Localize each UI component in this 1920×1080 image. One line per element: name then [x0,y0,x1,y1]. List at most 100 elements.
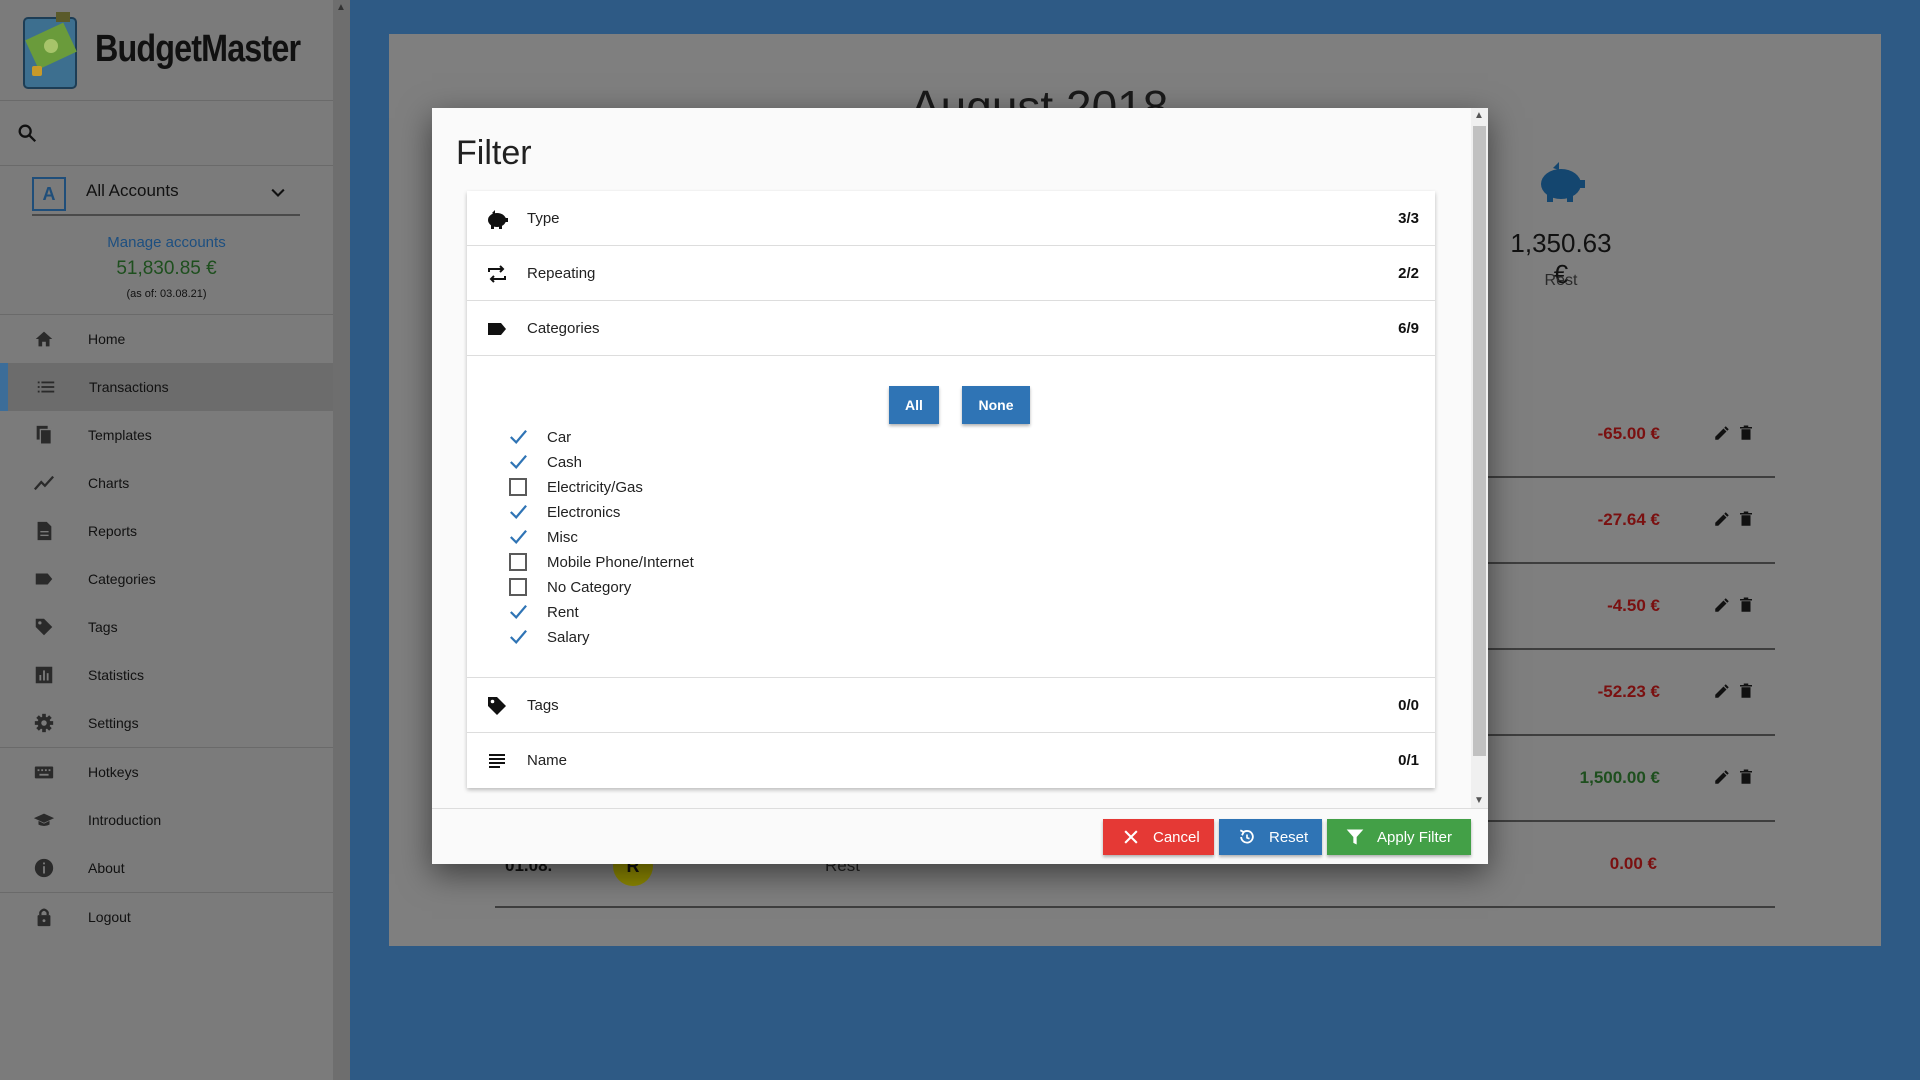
sidebar-item-label: Logout [88,909,131,925]
edit-icon[interactable] [1713,424,1731,442]
delete-icon[interactable] [1737,682,1755,700]
chart-line-icon [33,472,55,494]
rest-label: Rest [1544,272,1578,289]
delete-icon[interactable] [1737,768,1755,786]
category-label: Rent [547,604,579,621]
sidebar-item-categories[interactable]: Categories [0,555,333,603]
edit-icon[interactable] [1713,768,1731,786]
filter-section-count: 0/1 [1398,752,1419,769]
sidebar-item-reports[interactable]: Reports [0,507,333,555]
sidebar-item-settings[interactable]: Settings [0,699,333,747]
delete-icon[interactable] [1737,596,1755,614]
sidebar-divider [0,165,333,166]
sidebar-item-label: Statistics [88,667,145,683]
cancel-label: Cancel [1153,828,1200,846]
sidebar-scrollbar[interactable]: ▲ [333,0,350,1080]
transaction-amount: -65.00 € [1597,424,1660,443]
report-icon [33,520,55,542]
filter-section-count: 2/2 [1398,265,1419,282]
sidebar-item-home[interactable]: Home [0,315,333,363]
sidebar-item-transactions[interactable]: Transactions [0,363,333,411]
delete-icon[interactable] [1737,510,1755,528]
select-all-button[interactable]: All [889,386,939,424]
sidebar-item-label: Charts [88,475,130,491]
filter-section-name[interactable]: Name 0/1 [467,733,1435,788]
info-icon [33,857,55,879]
modal-title: Filter [456,134,532,172]
sidebar-item-hotkeys[interactable]: Hotkeys [0,748,333,796]
scroll-up-icon[interactable]: ▲ [1474,110,1484,121]
list-icon [35,376,57,398]
transaction-amount: -27.64 € [1597,510,1660,529]
checkmark-icon [510,504,527,520]
filter-section-label: Categories [527,320,600,337]
edit-icon[interactable] [1713,596,1731,614]
scrollbar-thumb[interactable] [1473,126,1486,756]
bar-chart-icon [33,664,55,686]
sidebar-divider [0,100,333,101]
tag-icon [488,697,506,715]
sidebar-item-label: Templates [88,427,152,443]
keyboard-icon [33,761,55,783]
delete-icon[interactable] [1737,424,1755,442]
sidebar-item-label: About [88,860,125,876]
scroll-up-icon[interactable]: ▲ [336,2,346,13]
edit-icon[interactable] [1713,510,1731,528]
checkmark-icon [510,529,527,545]
filter-section-count: 3/3 [1398,210,1419,227]
filter-section-tags[interactable]: Tags 0/0 [467,678,1435,733]
transaction-amount: -52.23 € [1597,682,1660,701]
sidebar-item-tags[interactable]: Tags [0,603,333,651]
sidebar-item-logout[interactable]: Logout [0,893,333,941]
sidebar-item-label: Hotkeys [88,764,139,780]
modal-scrollbar[interactable]: ▲ ▼ [1471,108,1488,808]
cancel-button[interactable]: Cancel [1103,819,1214,855]
tag-icon [33,616,55,638]
categories-panel: All None Car Cash Electricity/Gas Electr [467,356,1435,678]
checkbox-empty-icon [509,553,527,571]
filter-section-count: 0/0 [1398,697,1419,714]
home-icon [33,328,55,350]
label-icon [33,568,55,590]
sidebar-item-charts[interactable]: Charts [0,459,333,507]
reset-label: Reset [1269,828,1309,846]
checkmark-icon [510,454,527,470]
filter-section-categories[interactable]: Categories 6/9 [467,301,1435,356]
checkbox-empty-icon [509,578,527,596]
app-brand: BudgetMaster [95,28,301,70]
sidebar-item-label: Settings [88,715,139,731]
account-balance: 51,830.85 € [116,258,217,279]
balance-date: (as of: 03.08.21) [126,288,207,300]
sidebar-item-about[interactable]: About [0,844,333,892]
filter-modal: Filter ▲ ▼ Type 3/3 Repeating 2/2 Catego… [432,108,1488,864]
filter-section-label: Tags [527,697,559,714]
chevron-down-icon[interactable] [268,183,288,203]
account-avatar: A [32,177,66,211]
sidebar-item-label: Tags [88,619,118,635]
filter-icon [1346,829,1364,845]
sidebar-item-statistics[interactable]: Statistics [0,651,333,699]
manage-accounts-link[interactable]: Manage accounts [0,234,333,251]
sidebar-item-introduction[interactable]: Introduction [0,796,333,844]
transaction-amount: 1,500.00 € [1579,768,1660,787]
checkmark-icon [510,629,527,645]
select-none-button[interactable]: None [962,386,1030,424]
account-select[interactable]: All Accounts [86,181,179,201]
edit-icon[interactable] [1713,682,1731,700]
reset-button[interactable]: Reset [1219,819,1322,855]
checkmark-icon [510,429,527,445]
category-label: No Category [547,579,632,596]
filter-sections: Type 3/3 Repeating 2/2 Categories 6/9 Al… [467,191,1435,788]
reset-icon [1239,829,1254,844]
filter-section-repeating[interactable]: Repeating 2/2 [467,246,1435,301]
category-label: Mobile Phone/Internet [547,554,694,571]
category-label: Salary [547,629,590,646]
scroll-down-icon[interactable]: ▼ [1474,795,1484,806]
sidebar-item-templates[interactable]: Templates [0,411,333,459]
category-label: Misc [547,529,578,546]
search-icon[interactable] [16,122,38,144]
sidebar-item-label: Categories [88,571,156,587]
apply-filter-button[interactable]: Apply Filter [1327,819,1471,855]
checkmark-icon [510,604,527,620]
filter-section-type[interactable]: Type 3/3 [467,191,1435,246]
